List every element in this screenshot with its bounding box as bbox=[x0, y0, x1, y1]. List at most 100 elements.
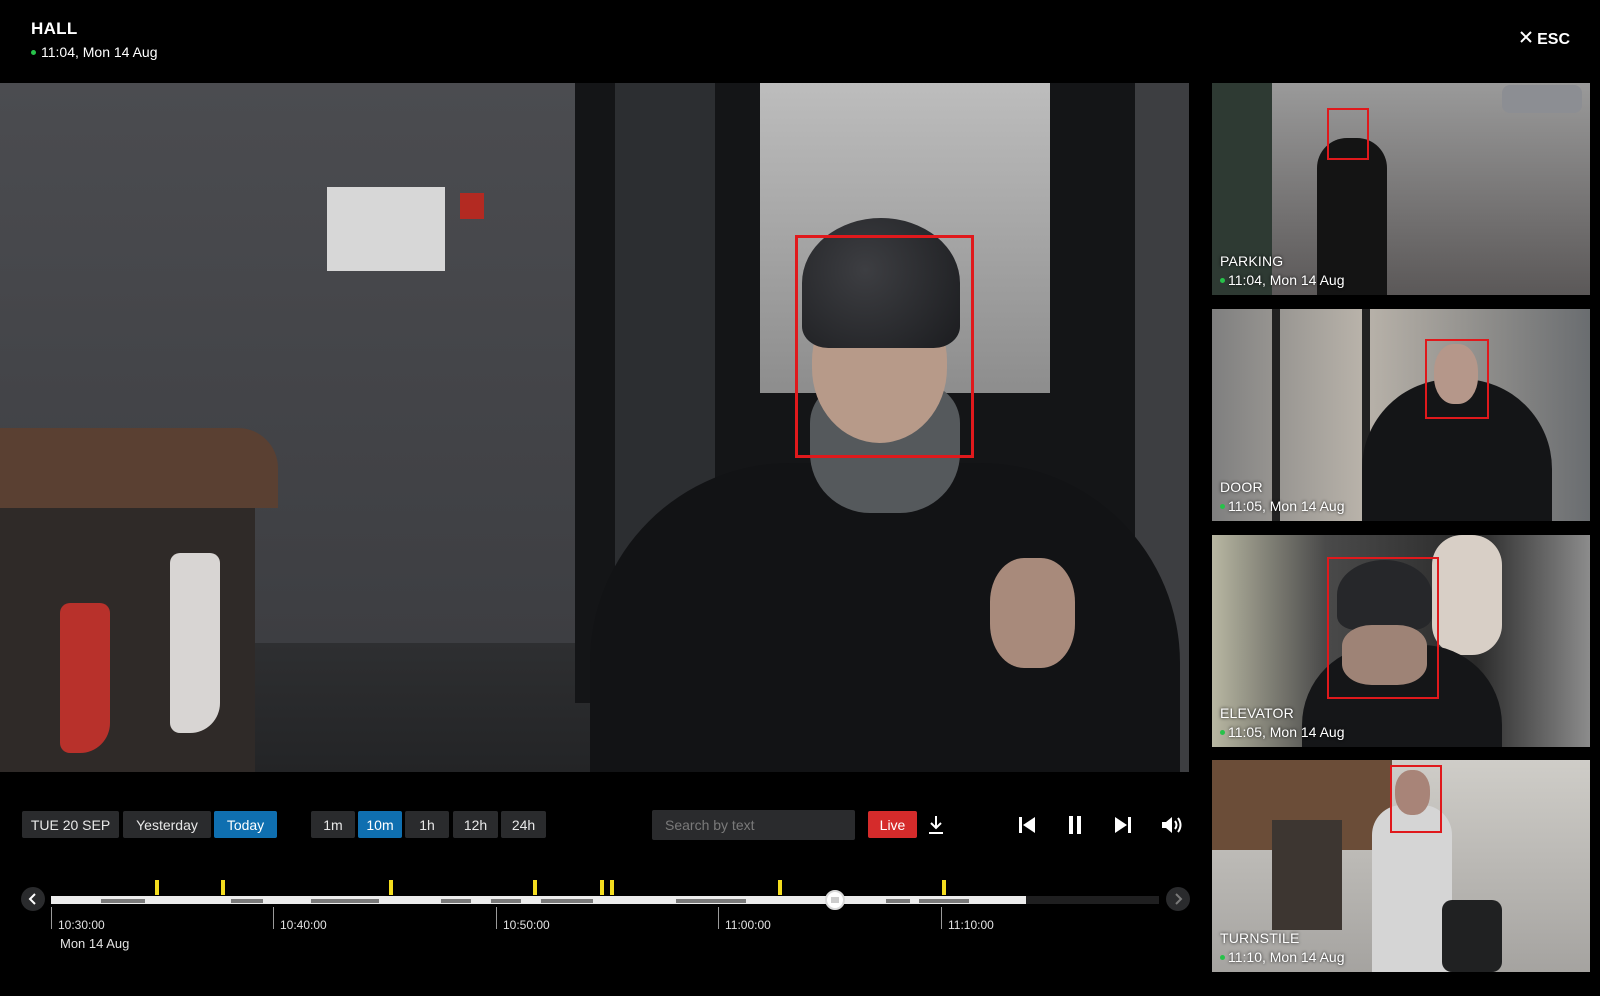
timeline-segment bbox=[541, 899, 593, 903]
timeline-label: 11:10:00 bbox=[948, 918, 994, 932]
thumb-turnstile bbox=[1442, 900, 1502, 972]
timeline-recorded bbox=[51, 896, 1026, 904]
thumb-time-text: 11:05, Mon 14 Aug bbox=[1228, 498, 1345, 514]
event-marker[interactable] bbox=[610, 880, 614, 895]
timeline-tick bbox=[51, 907, 52, 929]
timeline-tick bbox=[273, 907, 274, 929]
video-stocking bbox=[60, 603, 110, 753]
timeline-tick bbox=[718, 907, 719, 929]
timeline-segment bbox=[919, 899, 969, 903]
timeline-segment bbox=[231, 899, 263, 903]
thumb-camera-time: 11:05, Mon 14 Aug bbox=[1220, 724, 1345, 740]
range-button-1m[interactable]: 1m bbox=[311, 811, 355, 838]
skip-back-button[interactable] bbox=[1014, 812, 1040, 838]
thumb-camera-name: PARKING bbox=[1220, 253, 1284, 269]
timeline-start-date: Mon 14 Aug bbox=[60, 936, 130, 951]
event-marker[interactable] bbox=[221, 880, 225, 895]
timeline-tick bbox=[496, 907, 497, 929]
face-detection-box bbox=[1390, 765, 1442, 833]
timeline-segment bbox=[441, 899, 471, 903]
face-detection-box bbox=[1327, 108, 1369, 160]
live-button[interactable]: Live bbox=[868, 811, 917, 838]
thumb-desk-base bbox=[1272, 820, 1342, 930]
event-marker[interactable] bbox=[600, 880, 604, 895]
chevron-left-icon bbox=[28, 893, 36, 905]
range-button-12h[interactable]: 12h bbox=[453, 811, 498, 838]
thumb-camera-name: ELEVATOR bbox=[1220, 705, 1294, 721]
timeline-next-button[interactable] bbox=[1166, 887, 1190, 911]
timeline-playhead[interactable] bbox=[825, 890, 845, 910]
face-detection-box bbox=[1327, 557, 1439, 699]
event-marker[interactable] bbox=[533, 880, 537, 895]
camera-thumb-elevator[interactable]: ELEVATOR 11:05, Mon 14 Aug bbox=[1212, 535, 1590, 747]
camera-thumb-turnstile[interactable]: TURNSTILE 11:10, Mon 14 Aug bbox=[1212, 760, 1590, 972]
timeline-segment bbox=[676, 899, 746, 903]
download-icon bbox=[929, 816, 943, 834]
video-counter-top bbox=[0, 428, 278, 508]
video-fire-alarm bbox=[460, 193, 484, 219]
timeline-segment bbox=[101, 899, 145, 903]
main-video-feed[interactable] bbox=[0, 83, 1189, 772]
thumb-time-text: 11:05, Mon 14 Aug bbox=[1228, 724, 1345, 740]
thumb-door-frame bbox=[1272, 309, 1280, 521]
live-status-dot bbox=[31, 49, 36, 55]
volume-button[interactable] bbox=[1158, 812, 1186, 838]
chevron-right-icon bbox=[1175, 893, 1183, 905]
search-input[interactable] bbox=[652, 810, 855, 840]
skip-forward-button[interactable] bbox=[1110, 812, 1136, 838]
timeline-label: 11:00:00 bbox=[725, 918, 771, 932]
camera-timestamp-text: 11:04, Mon 14 Aug bbox=[41, 44, 158, 60]
camera-title: HALL bbox=[31, 19, 78, 38]
skip-forward-icon bbox=[1115, 817, 1131, 833]
video-stocking bbox=[170, 553, 220, 733]
camera-thumb-parking[interactable]: PARKING 11:04, Mon 14 Aug bbox=[1212, 83, 1590, 295]
thumb-car bbox=[1502, 85, 1582, 113]
date-button-today[interactable]: Today bbox=[214, 811, 277, 838]
live-status-dot bbox=[1220, 729, 1225, 735]
live-status-dot bbox=[1220, 954, 1225, 960]
event-marker[interactable] bbox=[389, 880, 393, 895]
timeline-tick bbox=[941, 907, 942, 929]
date-button-yesterday[interactable]: Yesterday bbox=[123, 811, 211, 838]
event-marker[interactable] bbox=[778, 880, 782, 895]
timeline-track[interactable] bbox=[51, 896, 1159, 904]
thumb-camera-time: 11:10, Mon 14 Aug bbox=[1220, 949, 1345, 965]
date-button-tue-20-sep[interactable]: TUE 20 SEP bbox=[22, 811, 119, 838]
range-button-24h[interactable]: 24h bbox=[501, 811, 546, 838]
close-label: ESC bbox=[1537, 30, 1570, 48]
close-button[interactable]: ESC bbox=[1519, 30, 1570, 49]
timeline-segment bbox=[311, 899, 379, 903]
timeline-segment bbox=[886, 899, 910, 903]
video-wall-sign bbox=[327, 187, 445, 271]
thumb-camera-time: 11:04, Mon 14 Aug bbox=[1220, 272, 1345, 288]
volume-icon bbox=[1162, 817, 1182, 833]
skip-back-icon bbox=[1019, 817, 1035, 833]
face-detection-box bbox=[1425, 339, 1489, 419]
thumb-background-person bbox=[1432, 535, 1502, 655]
thumb-time-text: 11:04, Mon 14 Aug bbox=[1228, 272, 1345, 288]
timeline-label: 10:50:00 bbox=[503, 918, 550, 932]
face-detection-box bbox=[795, 235, 974, 458]
thumb-camera-time: 11:05, Mon 14 Aug bbox=[1220, 498, 1345, 514]
timeline-label: 10:40:00 bbox=[280, 918, 327, 932]
event-marker[interactable] bbox=[942, 880, 946, 895]
range-button-10m[interactable]: 10m bbox=[358, 811, 402, 838]
range-button-1h[interactable]: 1h bbox=[405, 811, 449, 838]
close-icon bbox=[1519, 30, 1533, 49]
thumb-camera-name: TURNSTILE bbox=[1220, 930, 1300, 946]
video-person-hand bbox=[990, 558, 1075, 668]
timeline-prev-button[interactable] bbox=[21, 887, 45, 911]
camera-timestamp: 11:04, Mon 14 Aug bbox=[31, 44, 158, 60]
pause-button[interactable] bbox=[1062, 812, 1088, 838]
download-button[interactable] bbox=[924, 813, 948, 837]
timeline-label: 10:30:00 bbox=[58, 918, 105, 932]
thumb-camera-name: DOOR bbox=[1220, 479, 1263, 495]
live-status-dot bbox=[1220, 503, 1225, 509]
camera-thumb-door[interactable]: DOOR 11:05, Mon 14 Aug bbox=[1212, 309, 1590, 521]
timeline-segment bbox=[491, 899, 521, 903]
live-status-dot bbox=[1220, 277, 1225, 283]
grip-icon bbox=[831, 897, 839, 903]
thumb-time-text: 11:10, Mon 14 Aug bbox=[1228, 949, 1345, 965]
pause-icon bbox=[1069, 816, 1081, 834]
event-marker[interactable] bbox=[155, 880, 159, 895]
